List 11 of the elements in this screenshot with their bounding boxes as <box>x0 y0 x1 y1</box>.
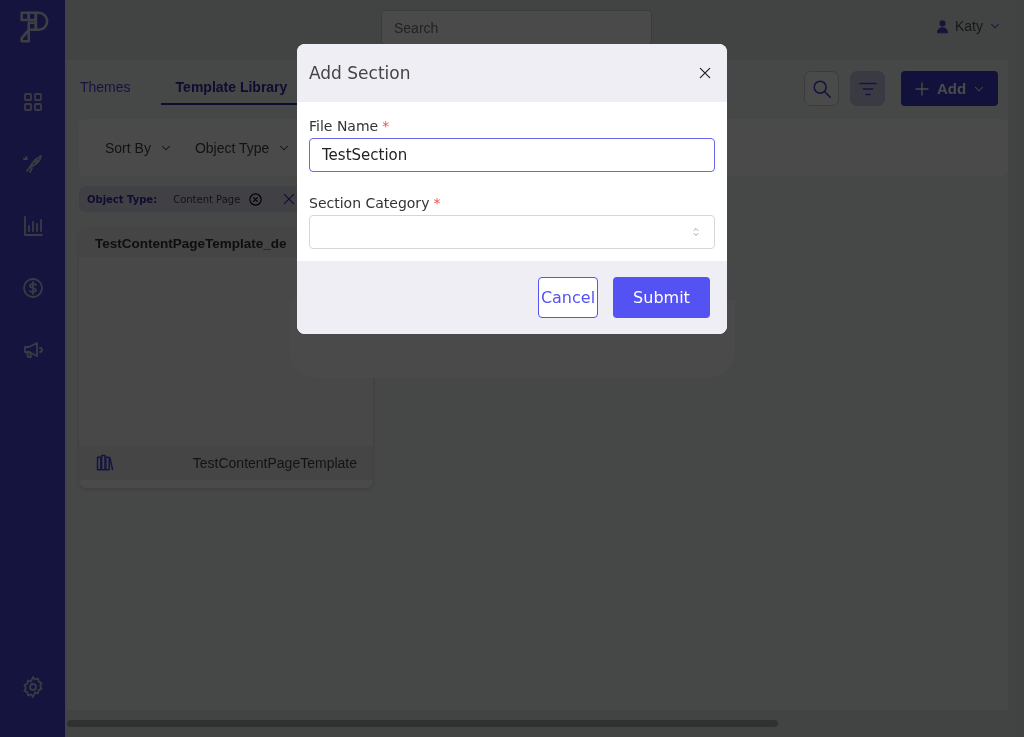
required-mark: * <box>433 195 441 211</box>
dialog-title: Add Section <box>309 63 411 83</box>
field-label: Section Category <box>309 195 430 211</box>
file-name-field[interactable]: TestSection <box>309 138 715 172</box>
category-select[interactable] <box>309 215 715 249</box>
close-icon <box>697 65 713 81</box>
required-mark: * <box>382 118 390 134</box>
submit-button[interactable]: Submit <box>613 277 710 318</box>
cancel-button[interactable]: Cancel <box>538 277 598 318</box>
updown-icon <box>690 225 702 239</box>
field-label: File Name <box>309 118 379 134</box>
